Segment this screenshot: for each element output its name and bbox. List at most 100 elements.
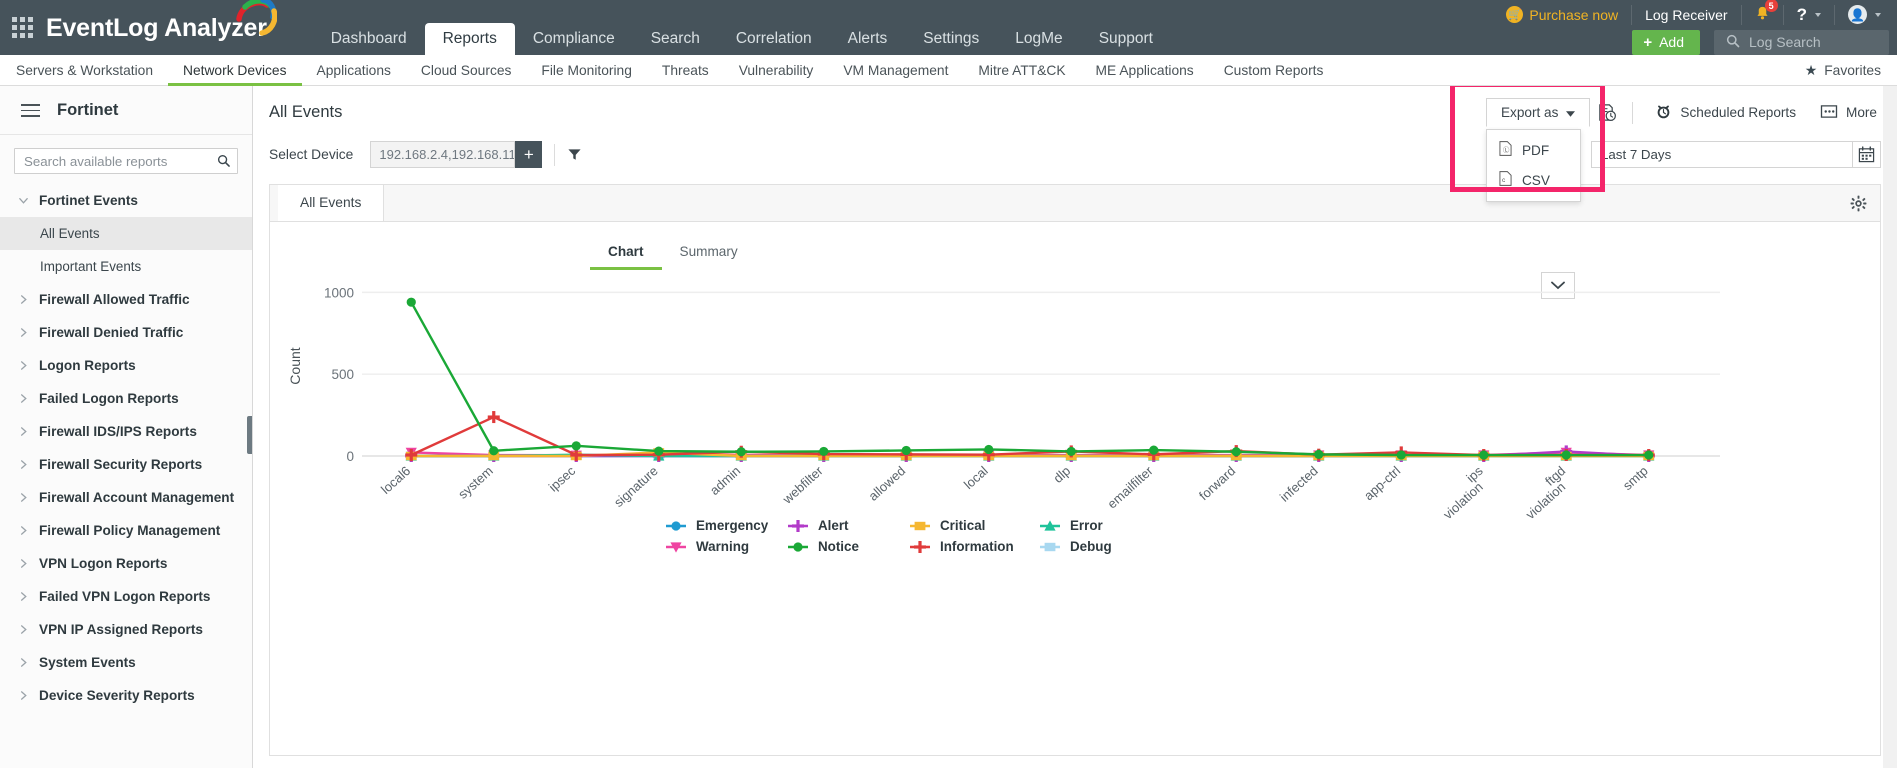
subnav-cloud-sources[interactable]: Cloud Sources — [406, 55, 527, 86]
sidebar-item-vpn-ip-assigned-reports[interactable]: VPN IP Assigned Reports — [0, 613, 252, 646]
avatar: 👤 — [1848, 5, 1867, 24]
subnav-vulnerability[interactable]: Vulnerability — [724, 55, 829, 86]
y-axis-tick: 0 — [346, 449, 354, 464]
legend-item[interactable]: Error — [1039, 515, 1149, 536]
x-axis-tick: app-ctrl — [1361, 463, 1403, 503]
chevron-down-icon — [1815, 13, 1821, 17]
subnav-servers-workstation[interactable]: Servers & Workstation — [0, 55, 168, 86]
tab-search[interactable]: Search — [633, 23, 718, 55]
subnav-applications[interactable]: Applications — [302, 55, 406, 86]
legend-item[interactable]: Emergency — [665, 515, 787, 536]
report-history-icon[interactable] — [1590, 98, 1622, 128]
subnav-network-devices[interactable]: Network Devices — [168, 55, 302, 86]
sidebar-item-device-severity-reports[interactable]: Device Severity Reports — [0, 679, 252, 712]
legend-item[interactable]: Alert — [787, 515, 909, 536]
help-button[interactable]: ? — [1784, 5, 1835, 25]
settings-gear-icon[interactable] — [1850, 195, 1867, 212]
favorites-button[interactable]: ★ Favorites — [1805, 62, 1881, 79]
legend-label: Emergency — [696, 518, 768, 533]
purchase-now-button[interactable]: 🛒 Purchase now — [1493, 5, 1632, 25]
tab-support[interactable]: Support — [1081, 23, 1171, 55]
sidebar-item-important-events[interactable]: Important Events — [0, 250, 252, 283]
favorites-label: Favorites — [1824, 63, 1881, 78]
subnav-threats[interactable]: Threats — [647, 55, 724, 86]
sidebar-item-fortinet-events[interactable]: Fortinet Events — [0, 184, 252, 217]
log-receiver-label: Log Receiver — [1645, 7, 1728, 23]
sidebar-item-failed-logon-reports[interactable]: Failed Logon Reports — [0, 382, 252, 415]
tab-correlation[interactable]: Correlation — [718, 23, 830, 55]
x-axis-tick: violation — [1440, 479, 1485, 522]
sidebar-item-all-events[interactable]: All Events — [0, 217, 252, 250]
sidebar-item-firewall-ids-ips-reports[interactable]: Firewall IDS/IPS Reports — [0, 415, 252, 448]
legend-item[interactable]: Warning — [665, 536, 787, 557]
more-button[interactable]: More — [1808, 104, 1881, 122]
x-axis-tick: allowed — [865, 463, 908, 504]
legend-label: Critical — [940, 518, 985, 533]
sidebar-item-firewall-policy-management[interactable]: Firewall Policy Management — [0, 514, 252, 547]
export-option-csv[interactable]: c CSV — [1487, 165, 1580, 195]
subnav-file-monitoring[interactable]: File Monitoring — [526, 55, 646, 86]
legend-item[interactable]: Information — [909, 536, 1039, 557]
vertical-scrollbar[interactable] — [1883, 86, 1897, 768]
apps-grid-icon[interactable] — [0, 0, 44, 55]
chevron-right-icon — [18, 360, 29, 371]
notification-badge: 5 — [1765, 0, 1778, 12]
log-search-input[interactable]: Log Search — [1714, 30, 1889, 55]
sidebar-search[interactable] — [14, 148, 238, 174]
tab-compliance[interactable]: Compliance — [515, 23, 633, 55]
subnav-me-applications[interactable]: ME Applications — [1081, 55, 1209, 86]
sidebar-item-firewall-allowed-traffic[interactable]: Firewall Allowed Traffic — [0, 283, 252, 316]
sidebar-item-system-events[interactable]: System Events — [0, 646, 252, 679]
sidebar-report-list: Fortinet Events All Events Important Eve… — [0, 184, 252, 712]
sidebar-header: Fortinet — [0, 86, 252, 135]
select-device-input[interactable]: 192.168.2.4,192.168.11... — [370, 141, 515, 168]
export-option-pdf[interactable]: Ⓛ PDF — [1487, 135, 1580, 165]
tab-dashboard[interactable]: Dashboard — [313, 23, 425, 55]
log-receiver-button[interactable]: Log Receiver — [1632, 5, 1742, 25]
hamburger-menu-icon[interactable] — [21, 104, 40, 117]
panel-tab-bar: All Events — [270, 185, 1880, 222]
legend-item[interactable]: Notice — [787, 536, 909, 557]
brand-logo[interactable]: EventLog Analyzer — [46, 14, 267, 43]
sidebar-item-firewall-account-management[interactable]: Firewall Account Management — [0, 481, 252, 514]
scheduled-reports-button[interactable]: Scheduled Reports — [1643, 103, 1808, 123]
sidebar-item-logon-reports[interactable]: Logon Reports — [0, 349, 252, 382]
export-as-button[interactable]: Export as — [1486, 98, 1590, 127]
chevron-right-icon — [18, 624, 29, 635]
add-button[interactable]: + Add — [1632, 30, 1700, 55]
tab-logme[interactable]: LogMe — [997, 23, 1080, 55]
chevron-down-icon — [1875, 13, 1881, 17]
sidebar-item-vpn-logon-reports[interactable]: VPN Logon Reports — [0, 547, 252, 580]
sidebar-item-label: Important Events — [40, 259, 141, 274]
panel-tab-all-events[interactable]: All Events — [278, 185, 384, 221]
sidebar-item-label: VPN IP Assigned Reports — [39, 622, 203, 637]
legend-item[interactable]: Critical — [909, 515, 1039, 536]
period-filter: Period Last 7 Days — [1539, 141, 1881, 168]
export-options-menu: Ⓛ PDF c CSV — [1486, 129, 1581, 202]
subnav-custom-reports[interactable]: Custom Reports — [1209, 55, 1339, 86]
chart-legend: Emergency Alert Critical Error Warning Notice… — [665, 515, 1149, 557]
x-axis-tick: system — [455, 463, 496, 502]
subnav-mitre-attck[interactable]: Mitre ATT&CK — [963, 55, 1080, 86]
tab-settings[interactable]: Settings — [905, 23, 997, 55]
tab-alerts[interactable]: Alerts — [830, 23, 906, 55]
search-icon[interactable] — [210, 149, 237, 173]
filter-icon[interactable] — [567, 147, 582, 162]
sidebar-item-firewall-security-reports[interactable]: Firewall Security Reports — [0, 448, 252, 481]
sidebar-item-firewall-denied-traffic[interactable]: Firewall Denied Traffic — [0, 316, 252, 349]
search-reports-input[interactable] — [15, 154, 210, 169]
tab-reports[interactable]: Reports — [425, 23, 515, 55]
notifications-button[interactable]: 5 — [1742, 5, 1784, 25]
period-value: Last 7 Days — [1601, 147, 1671, 162]
user-account-button[interactable]: 👤 — [1835, 5, 1887, 25]
x-axis-tick: signature — [611, 463, 661, 510]
sidebar-item-label: Failed VPN Logon Reports — [39, 589, 210, 604]
add-device-button[interactable]: + — [515, 141, 542, 168]
subnav-vm-management[interactable]: VM Management — [828, 55, 963, 86]
calendar-button[interactable] — [1853, 141, 1881, 168]
chevron-down-icon — [18, 195, 29, 206]
legend-item[interactable]: Debug — [1039, 536, 1149, 557]
sidebar-item-failed-vpn-logon-reports[interactable]: Failed VPN Logon Reports — [0, 580, 252, 613]
period-input[interactable]: Last 7 Days — [1591, 141, 1853, 168]
legend-label: Warning — [696, 539, 749, 554]
